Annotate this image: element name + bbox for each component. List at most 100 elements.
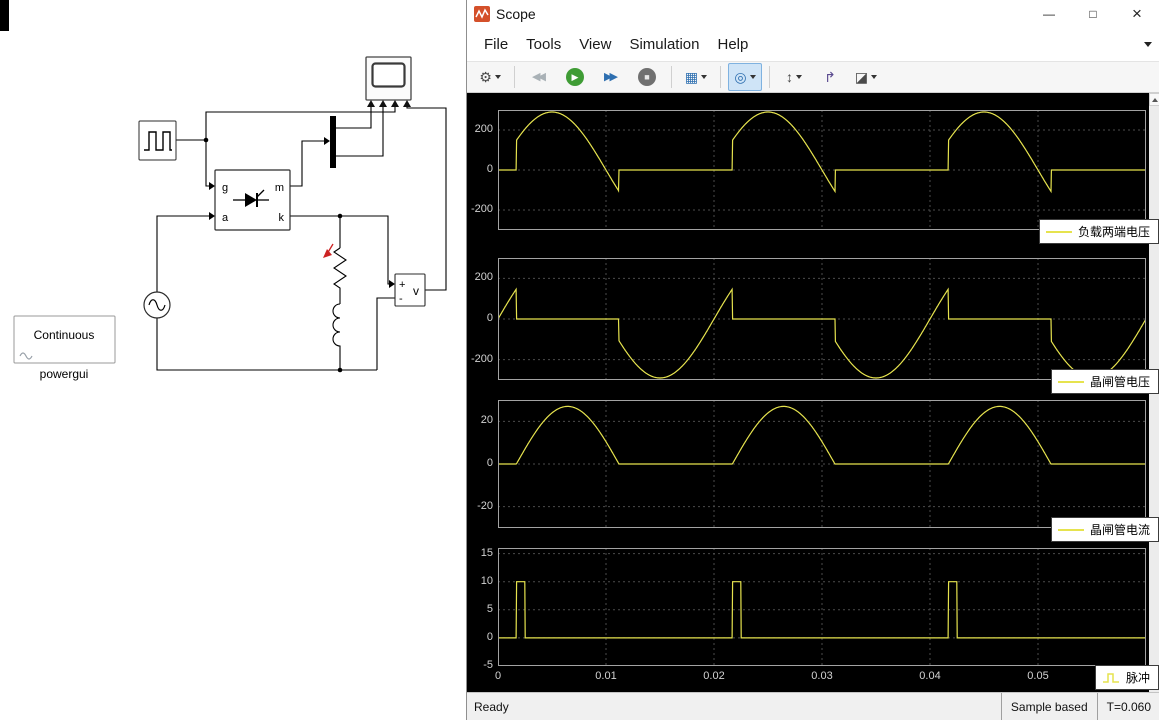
powergui-block[interactable]: Continuous powergui [14,316,115,381]
status-bar: Ready Sample based T=0.060 [467,692,1159,720]
toolbar-separator [671,66,672,88]
menu-help[interactable]: Help [709,32,758,57]
y-tick-label: 0 [467,312,493,324]
status-text: Ready [467,700,509,714]
wire-source-to-anode[interactable] [157,216,209,292]
dropdown-caret-icon [701,75,707,79]
menu-tools[interactable]: Tools [517,32,570,57]
status-sim-time: T=0.060 [1097,693,1159,720]
trigger-button[interactable]: ◎ [728,63,762,91]
scroll-up-button[interactable] [1149,93,1159,106]
menu-bar: File Tools View Simulation Help [467,27,1159,61]
y-tick-label: 0 [467,457,493,469]
run-button[interactable]: ▶ [558,63,592,91]
wire-demux-out1[interactable] [336,107,371,128]
stepping-grid-icon: ▦ [685,70,698,84]
powergui-mode-label: Continuous [34,328,95,342]
dropdown-caret-icon [495,75,501,79]
vm-v-label: v [413,284,419,298]
wire-resistor[interactable] [334,248,346,304]
toolbar: ⚙ ◀◀ ▶▶▶ ■ ▦ ◎ ↕ ↱ ◪ [467,61,1159,93]
legend-3[interactable]: 晶闸管电流 [1051,517,1159,542]
legend-line-sample [1058,381,1084,383]
powergui-block-name: powergui [40,367,89,381]
measurements-button[interactable]: ↱ [813,63,847,91]
thyristor-port-label-k: k [279,212,285,224]
y-tick-label: 0 [467,163,493,175]
dropdown-caret-icon [796,75,802,79]
titlebar[interactable]: Scope — □ × [467,0,1159,27]
stop-icon: ■ [638,68,656,86]
wire-pulse-to-gate[interactable] [176,140,209,186]
menubar-collapse-icon[interactable] [1144,42,1152,47]
y-tick-label: -200 [467,203,493,215]
wire-demux-out2[interactable] [336,107,383,156]
menu-simulation[interactable]: Simulation [620,32,708,57]
menu-view[interactable]: View [570,32,620,57]
simulink-model-canvas[interactable]: g m a k [0,0,466,720]
window-controls: — □ × [1027,0,1159,27]
y-tick-label: 20 [467,414,493,426]
y-tick-label: 5 [467,603,493,615]
wire-vminus[interactable] [377,298,395,370]
wire-load-to-vplus[interactable] [340,216,389,284]
legend-label: 晶闸管电压 [1090,373,1150,390]
legend-4[interactable]: 脉冲 [1095,665,1159,690]
legend-label: 负载两端电压 [1078,223,1150,240]
status-sample-mode: Sample based [1001,693,1097,720]
thyristor-port-label-g: g [222,182,228,194]
stop-button[interactable]: ■ [630,63,664,91]
y-tick-label: -20 [467,500,493,512]
scope-axes-3[interactable] [498,400,1146,528]
legend-2[interactable]: 晶闸管电压 [1051,369,1159,394]
series-rlc-branch-block[interactable] [323,244,333,258]
toolbar-separator [514,66,515,88]
scope-axes-4[interactable] [498,548,1146,666]
legend-1[interactable]: 负载两端电压 [1039,219,1159,244]
thyristor-block[interactable]: g m a k [215,170,290,230]
ac-voltage-source-block[interactable] [144,292,170,318]
span-button[interactable]: ↕ [777,63,811,91]
y-tick-label: -200 [467,353,493,365]
x-tick-label: 0.01 [584,670,628,682]
vm-minus-label: - [399,293,403,305]
measure-arrow-icon: ↱ [824,70,836,84]
scope-axes-1[interactable] [498,110,1146,230]
step-back-icon: ◀◀ [532,72,543,83]
style-button[interactable]: ◪ [849,63,883,91]
signal-wires[interactable] [157,107,446,370]
x-tick-label: 0.04 [908,670,952,682]
close-button[interactable]: × [1115,0,1159,27]
thyristor-port-label-m: m [275,182,284,194]
toolbar-separator [769,66,770,88]
wire-pulse-to-scope[interactable] [206,107,395,140]
x-tick-label: 0.03 [800,670,844,682]
step-back-button[interactable]: ◀◀ [522,63,556,91]
stepping-options-button[interactable]: ▦ [679,63,713,91]
span-vertical-arrows-icon: ↕ [786,70,793,84]
scope-input-ports [367,100,411,107]
scope-axes-2[interactable] [498,258,1146,380]
dropdown-caret-icon [750,75,756,79]
model-canvas[interactable]: g m a k [0,0,466,720]
maximize-button[interactable]: □ [1071,0,1115,27]
scope-block[interactable] [366,57,411,107]
menu-file[interactable]: File [475,32,517,57]
voltage-measurement-block[interactable]: + - v [395,274,425,306]
scope-plot-area[interactable]: 2000-200负载两端电压2000-200晶闸管电压200-20晶闸管电流15… [467,93,1159,692]
style-swatch-icon: ◪ [855,70,868,84]
wire-bottom-rail[interactable] [157,318,377,370]
current-direction-arrowhead-icon [323,249,332,258]
wire-inductor[interactable] [333,304,340,370]
wire-m-to-demux[interactable] [290,141,324,186]
wire-vout-to-scope[interactable] [407,107,446,290]
minimize-button[interactable]: — [1027,0,1071,27]
y-tick-label: 15 [467,547,493,559]
thyristor-port-label-a: a [222,212,229,224]
y-tick-label: 200 [467,271,493,283]
pulse-generator-block[interactable] [139,121,176,160]
x-tick-label: 0 [476,670,520,682]
settings-button[interactable]: ⚙ [473,63,507,91]
step-forward-button[interactable]: ▶▶ [594,63,628,91]
demux-block[interactable] [330,116,336,168]
